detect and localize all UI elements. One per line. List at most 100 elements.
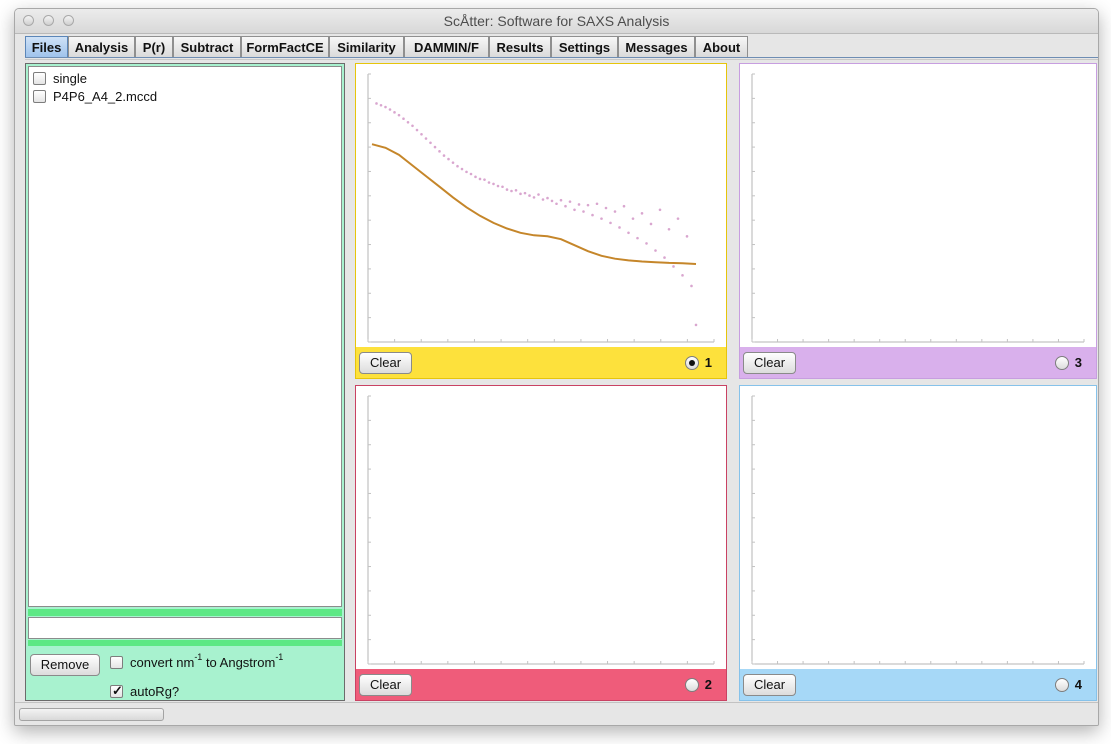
autorg-checkbox[interactable]: ✓ — [110, 683, 123, 698]
data-point — [384, 105, 387, 109]
data-point — [649, 222, 653, 226]
tab-pr[interactable]: P(r) — [135, 36, 173, 57]
data-point — [690, 284, 693, 288]
data-point — [676, 217, 680, 220]
file-path-input[interactable] — [28, 617, 342, 639]
list-item[interactable]: P4P6_A4_2.mccd — [33, 88, 157, 104]
plot-number: 3 — [1074, 355, 1082, 370]
data-point — [447, 157, 450, 161]
radio-button[interactable] — [684, 355, 699, 370]
data-point — [474, 175, 477, 179]
data-point — [577, 203, 581, 206]
plot-select-radio[interactable]: 1 — [684, 355, 712, 370]
remove-button[interactable]: Remove — [30, 654, 100, 676]
data-point — [379, 103, 383, 107]
plot-number: 2 — [704, 677, 712, 692]
file-checkbox[interactable] — [33, 89, 46, 103]
data-point — [505, 188, 509, 191]
plot-select-radio[interactable]: 4 — [1054, 677, 1082, 692]
data-point — [438, 150, 441, 153]
clear-button[interactable]: Clear — [743, 352, 796, 374]
progress-bar — [19, 708, 164, 721]
radio-button[interactable] — [1054, 355, 1069, 370]
data-point — [501, 185, 504, 189]
data-point — [528, 194, 531, 197]
data-point — [600, 217, 603, 220]
data-point — [573, 208, 576, 212]
data-point — [654, 249, 657, 252]
autorg-label: autoRg? — [130, 684, 180, 699]
plot-panel-3[interactable]: Clear 3 — [739, 63, 1097, 379]
tab-files[interactable]: Files — [25, 36, 68, 57]
plot-footer: Clear 2 — [356, 669, 726, 700]
tab-dammin[interactable]: DAMMIN/F — [404, 36, 489, 57]
data-point — [388, 108, 392, 111]
convert-label: convert nm-1 to Angstrom-1 — [130, 652, 284, 670]
plot-select-radio[interactable]: 2 — [684, 677, 712, 692]
title-bar: ScÅtter: Software for SAXS Analysis — [15, 9, 1098, 34]
plot-panel-4[interactable]: Clear 4 — [739, 385, 1097, 701]
data-point — [613, 210, 617, 213]
data-point — [559, 198, 563, 202]
data-point — [604, 206, 608, 210]
data-point — [636, 236, 639, 240]
plot-number: 1 — [704, 355, 712, 370]
tab-settings[interactable]: Settings — [551, 36, 618, 57]
data-point — [667, 227, 671, 231]
data-point — [658, 208, 662, 212]
tab-about[interactable]: About — [695, 36, 748, 57]
radio-button[interactable] — [1054, 677, 1069, 692]
file-list[interactable]: single P4P6_A4_2.mccd — [28, 66, 342, 607]
tab-analysis[interactable]: Analysis — [68, 36, 135, 57]
status-bar-top — [28, 609, 342, 616]
data-point — [411, 124, 414, 128]
data-point — [622, 204, 626, 208]
data-point — [555, 202, 558, 206]
plot-footer: Clear 3 — [740, 347, 1096, 378]
plot-number: 4 — [1074, 677, 1082, 692]
data-point — [618, 226, 621, 229]
tab-formfactce[interactable]: FormFactCE — [241, 36, 329, 57]
fit-line — [371, 143, 697, 265]
data-point — [393, 111, 396, 114]
data-point — [496, 184, 500, 188]
data-point — [442, 154, 446, 157]
tab-similarity[interactable]: Similarity — [329, 36, 404, 57]
data-point — [483, 178, 486, 181]
files-panel: single P4P6_A4_2.mccd Remove convert nm-… — [25, 63, 345, 701]
data-point — [456, 164, 459, 168]
radio-button[interactable] — [684, 677, 699, 692]
plot-area — [751, 395, 1085, 665]
plot-panel-1[interactable]: Clear 1 — [355, 63, 727, 379]
convert-option[interactable]: convert nm-1 to Angstrom-1 — [110, 652, 284, 670]
tab-subtract[interactable]: Subtract — [173, 36, 241, 57]
plot-panel-2[interactable]: Clear 2 — [355, 385, 727, 701]
convert-checkbox[interactable] — [110, 656, 123, 669]
data-point — [537, 193, 540, 196]
autorg-option[interactable]: ✓ autoRg? — [110, 683, 180, 699]
clear-button[interactable]: Clear — [359, 352, 412, 374]
tab-results[interactable]: Results — [489, 36, 551, 57]
data-point — [627, 231, 630, 235]
data-point — [402, 117, 405, 121]
data-point — [631, 217, 635, 220]
data-point — [550, 199, 554, 203]
data-point — [465, 170, 468, 174]
data-point — [595, 202, 599, 206]
tab-messages[interactable]: Messages — [618, 36, 695, 57]
file-checkbox[interactable] — [33, 71, 46, 85]
list-item[interactable]: single — [33, 70, 87, 86]
data-point — [478, 177, 482, 181]
data-point — [420, 133, 423, 136]
plot-area — [367, 73, 715, 343]
data-point — [663, 256, 666, 259]
data-point — [586, 203, 590, 207]
data-point — [406, 120, 410, 124]
clear-button[interactable]: Clear — [743, 674, 796, 696]
data-point — [523, 191, 527, 195]
check-icon: ✓ — [112, 683, 123, 698]
data-point — [681, 274, 684, 277]
clear-button[interactable]: Clear — [359, 674, 412, 696]
plot-select-radio[interactable]: 3 — [1054, 355, 1082, 370]
status-bar-bottom — [28, 640, 342, 646]
